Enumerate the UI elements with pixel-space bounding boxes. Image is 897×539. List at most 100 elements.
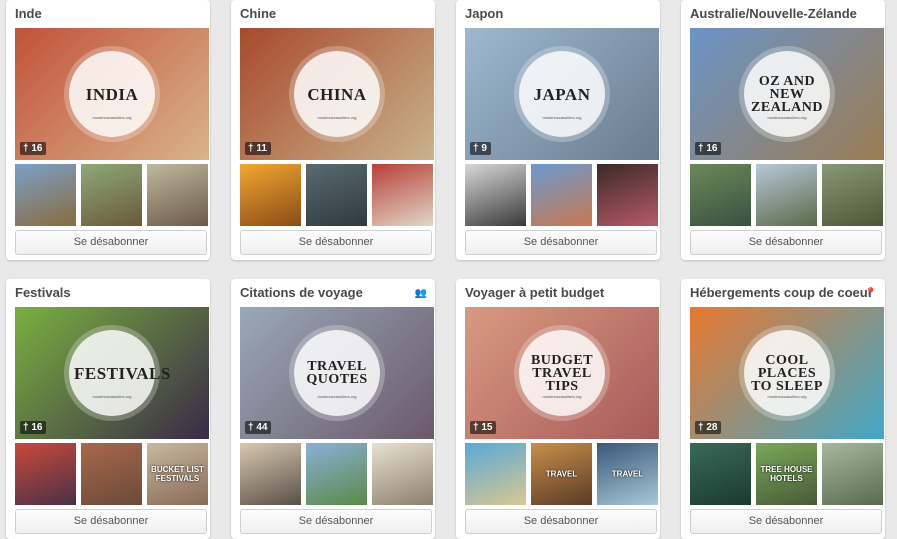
pin-count-badge: † 16 xyxy=(20,421,47,434)
unfollow-button[interactable]: Se désabonner xyxy=(15,230,207,255)
pin-count-badge: † 16 xyxy=(20,142,47,155)
board-cover-image[interactable]: TRAVEL QUOTES mostmoscasuliers.org † 44 xyxy=(240,307,434,439)
pin-count-badge: † 28 xyxy=(695,421,722,434)
cover-title-text: INDIA xyxy=(85,84,139,104)
cover-title-text: OZ AND NEW ZEALAND xyxy=(751,73,823,115)
cover-title-badge: TRAVEL QUOTES mostmoscasuliers.org xyxy=(294,330,380,416)
cover-title-text: TRAVEL QUOTES xyxy=(306,359,368,387)
board-title[interactable]: Australie/Nouvelle-Zélande xyxy=(690,6,880,21)
board-thumbnail[interactable] xyxy=(306,164,367,226)
board-thumbnail[interactable] xyxy=(306,443,367,505)
board-title[interactable]: Chine xyxy=(240,6,430,21)
unfollow-button[interactable]: Se désabonner xyxy=(690,230,882,255)
board-title[interactable]: Citations de voyage xyxy=(240,285,430,300)
board-thumbnail[interactable] xyxy=(465,164,526,226)
board-card: Festivals FESTIVALS mostmoscasuliers.org † … xyxy=(6,279,210,539)
board-title[interactable]: Inde xyxy=(15,6,205,21)
board-thumbnail[interactable] xyxy=(240,164,301,226)
cover-site-text: mostmoscasuliers.org xyxy=(317,394,357,399)
board-thumbnail[interactable] xyxy=(15,443,76,505)
thumbnail-text: TRAVEL xyxy=(545,469,578,479)
board-thumbnail[interactable] xyxy=(822,164,883,226)
cover-title-text: JAPAN xyxy=(533,84,591,104)
pin-count-value: 16 xyxy=(706,143,718,154)
cover-title-badge: INDIA mostmoscasuliers.org xyxy=(69,51,155,137)
cover-title-badge: COOL PLACES TO SLEEP mostmoscasuliers.org xyxy=(744,330,830,416)
thumbnail-text: BUCKET LIST FESTIVALS xyxy=(151,465,204,483)
unfollow-button[interactable]: Se désabonner xyxy=(465,230,657,255)
pin-count-badge: † 9 xyxy=(470,142,491,155)
cover-title-badge: CHINA mostmoscasuliers.org xyxy=(294,51,380,137)
board-thumbnails: BUCKET LIST FESTIVALS xyxy=(15,443,209,505)
board-card: Voyager à petit budget BUDGET TRAVEL TIPS… xyxy=(456,279,660,539)
board-thumbnail[interactable] xyxy=(147,164,208,226)
thumbnail-text: TRAVEL xyxy=(611,469,644,479)
board-thumbnail[interactable] xyxy=(372,164,433,226)
board-thumbnail[interactable]: TRAVEL xyxy=(531,443,592,505)
board-thumbnails: TRAVEL TRAVEL xyxy=(465,443,659,505)
cover-title-badge: FESTIVALS mostmoscasuliers.org xyxy=(69,330,171,416)
unfollow-button[interactable]: Se désabonner xyxy=(15,509,207,534)
cover-title-text: FESTIVALS xyxy=(74,363,171,383)
board-cover-image[interactable]: COOL PLACES TO SLEEP mostmoscasuliers.org… xyxy=(690,307,884,439)
board-thumbnails xyxy=(465,164,659,226)
pin-count-badge: † 44 xyxy=(245,421,272,434)
board-thumbnail[interactable] xyxy=(81,164,142,226)
board-thumbnail[interactable] xyxy=(690,164,751,226)
board-card: Australie/Nouvelle-Zélande OZ AND NEW ZEA… xyxy=(681,0,885,260)
board-thumbnail[interactable]: BUCKET LIST FESTIVALS xyxy=(147,443,208,505)
pin-count-value: 28 xyxy=(706,422,718,433)
board-thumbnail[interactable] xyxy=(756,164,817,226)
board-card: Citations de voyage 👥 TRAVEL QUOTES mostmos… xyxy=(231,279,435,539)
cover-title-text: CHINA xyxy=(307,84,367,104)
board-thumbnails: TREE HOUSE HOTELS xyxy=(690,443,884,505)
cover-site-text: mostmoscasuliers.org xyxy=(542,394,582,399)
pin-count-value: 16 xyxy=(31,143,43,154)
board-title[interactable]: Festivals xyxy=(15,285,205,300)
cover-title-text: COOL PLACES TO SLEEP xyxy=(751,352,823,394)
pin-count-value: 11 xyxy=(256,143,267,154)
cover-site-text: mostmoscasuliers.org xyxy=(767,394,807,399)
board-thumbnail[interactable] xyxy=(597,164,658,226)
board-cover-image[interactable]: BUDGET TRAVEL TIPS mostmoscasuliers.org † … xyxy=(465,307,659,439)
pin-count-value: 9 xyxy=(481,143,487,154)
board-cover-image[interactable]: OZ AND NEW ZEALAND mostmoscasuliers.org † … xyxy=(690,28,884,160)
board-thumbnail[interactable] xyxy=(240,443,301,505)
board-title[interactable]: Hébergements coup de coeur xyxy=(690,285,880,300)
board-type-icon: 👥 xyxy=(414,288,427,299)
pin-count-value: 44 xyxy=(256,422,268,433)
board-thumbnail[interactable] xyxy=(531,164,592,226)
unfollow-button[interactable]: Se désabonner xyxy=(240,230,432,255)
cover-site-text: mostmoscasuliers.org xyxy=(542,115,582,120)
cover-title-text: BUDGET TRAVEL TIPS xyxy=(530,352,594,394)
unfollow-button[interactable]: Se désabonner xyxy=(240,509,432,534)
board-thumbnail[interactable]: TRAVEL xyxy=(597,443,658,505)
board-thumbnail[interactable] xyxy=(822,443,883,505)
board-title[interactable]: Voyager à petit budget xyxy=(465,285,655,300)
board-card: Chine CHINA mostmoscasuliers.org † 11 Se dés… xyxy=(231,0,435,260)
board-thumbnails xyxy=(240,164,434,226)
board-thumbnails xyxy=(15,164,209,226)
unfollow-button[interactable]: Se désabonner xyxy=(690,509,882,534)
pin-count-value: 15 xyxy=(481,422,493,433)
board-thumbnail[interactable] xyxy=(15,164,76,226)
board-thumbnail[interactable] xyxy=(690,443,751,505)
cover-title-badge: BUDGET TRAVEL TIPS mostmoscasuliers.org xyxy=(519,330,605,416)
board-thumbnail[interactable] xyxy=(81,443,142,505)
board-cover-image[interactable]: CHINA mostmoscasuliers.org † 11 xyxy=(240,28,434,160)
thumbnail-text: TREE HOUSE HOTELS xyxy=(760,465,813,483)
board-thumbnails xyxy=(240,443,434,505)
board-thumbnail[interactable] xyxy=(465,443,526,505)
board-cover-image[interactable]: INDIA mostmoscasuliers.org † 16 xyxy=(15,28,209,160)
board-title[interactable]: Japon xyxy=(465,6,655,21)
unfollow-button[interactable]: Se désabonner xyxy=(465,509,657,534)
board-thumbnail[interactable] xyxy=(372,443,433,505)
board-thumbnail[interactable]: TREE HOUSE HOTELS xyxy=(756,443,817,505)
board-cover-image[interactable]: JAPAN mostmoscasuliers.org † 9 xyxy=(465,28,659,160)
board-cover-image[interactable]: FESTIVALS mostmoscasuliers.org † 16 xyxy=(15,307,209,439)
cover-site-text: mostmoscasuliers.org xyxy=(767,115,807,120)
pin-count-badge: † 15 xyxy=(470,421,497,434)
cover-title-badge: OZ AND NEW ZEALAND mostmoscasuliers.org xyxy=(744,51,830,137)
pin-count-badge: † 16 xyxy=(695,142,722,155)
board-card: Inde INDIA mostmoscasuliers.org † 16 Se désa… xyxy=(6,0,210,260)
